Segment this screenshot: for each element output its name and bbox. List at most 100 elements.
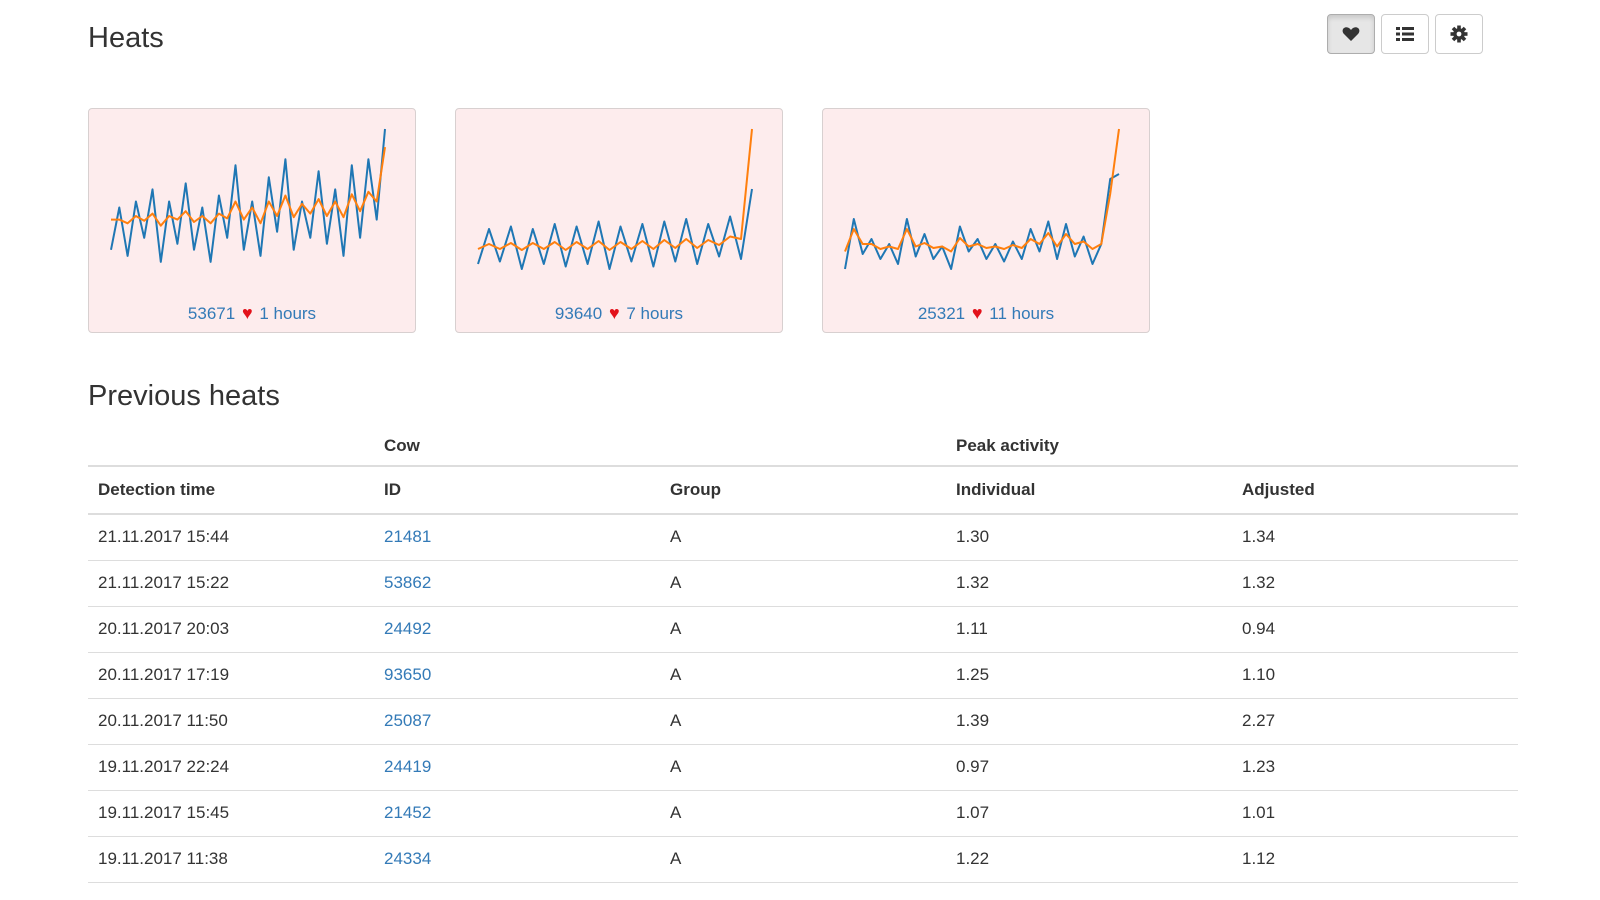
group-header-peak-activity: Peak activity: [946, 426, 1518, 467]
heat-card-caption: 93640 ♥ 7 hours: [456, 303, 782, 324]
group-cell: A: [660, 698, 946, 745]
cow-id-cell: 21481: [374, 514, 660, 561]
table-row: 20.11.2017 11:50 25087 A 1.39 2.27: [88, 698, 1518, 745]
group-cell: A: [660, 790, 946, 837]
adjusted-cell: 1.12: [1232, 836, 1518, 883]
elapsed-time: 11 hours: [989, 304, 1055, 323]
heart-icon: ♥: [608, 303, 620, 323]
table-row: 21.11.2017 15:22 53862 A 1.32 1.32: [88, 560, 1518, 607]
group-cell: A: [660, 836, 946, 883]
detection-time-cell: 20.11.2017 17:19: [88, 652, 374, 699]
cow-id: 25321: [917, 304, 966, 323]
adjusted-cell: 1.34: [1232, 514, 1518, 561]
page-title: Heats: [88, 22, 164, 54]
individual-cell: 1.39: [946, 698, 1232, 745]
group-cell: A: [660, 514, 946, 561]
group-cell: A: [660, 560, 946, 607]
cow-id-link[interactable]: 53862: [384, 573, 431, 592]
cow-id-cell: 24334: [374, 836, 660, 883]
detection-time-cell: 19.11.2017 11:38: [88, 836, 374, 883]
detection-time-cell: 20.11.2017 11:50: [88, 698, 374, 745]
cow-id: 93640: [554, 304, 603, 323]
activity-sparkline: [110, 128, 386, 263]
group-cell: A: [660, 744, 946, 791]
individual-cell: 1.07: [946, 790, 1232, 837]
heats-page: Heats 53671 ♥ 1 hours 93640 ♥ 7 hours 25…: [0, 0, 1600, 900]
table-row: 20.11.2017 17:19 93650 A 1.25 1.10: [88, 652, 1518, 699]
column-header-row: Detection time ID Group Individual Adjus…: [88, 466, 1518, 515]
detection-time-cell: 21.11.2017 15:22: [88, 560, 374, 607]
cow-id-cell: 25087: [374, 698, 660, 745]
cow-id-cell: 93650: [374, 652, 660, 699]
raw-activity-line: [844, 173, 1120, 270]
adjusted-cell: 0.94: [1232, 606, 1518, 653]
column-header-group[interactable]: Group: [660, 466, 946, 515]
list-button[interactable]: [1381, 14, 1429, 54]
raw-activity-line: [110, 128, 386, 263]
heart-icon: [1342, 27, 1360, 41]
individual-cell: 1.30: [946, 514, 1232, 561]
previous-heats-title: Previous heats: [88, 380, 280, 412]
adjusted-cell: 1.10: [1232, 652, 1518, 699]
cow-id-cell: 53862: [374, 560, 660, 607]
table-row: 19.11.2017 15:45 21452 A 1.07 1.01: [88, 790, 1518, 837]
heat-card[interactable]: 25321 ♥ 11 hours: [822, 108, 1150, 333]
settings-button[interactable]: [1435, 14, 1483, 54]
previous-heats-body: 21.11.2017 15:44 21481 A 1.30 1.34 21.11…: [88, 514, 1518, 883]
group-header-cow: Cow: [374, 426, 946, 467]
cow-id: 53671: [187, 304, 236, 323]
heat-card-caption: 53671 ♥ 1 hours: [89, 303, 415, 324]
individual-cell: 1.22: [946, 836, 1232, 883]
adjusted-cell: 1.23: [1232, 744, 1518, 791]
list-icon: [1396, 27, 1414, 41]
smoothed-activity-line: [844, 128, 1120, 253]
cow-id-link[interactable]: 24492: [384, 619, 431, 638]
heart-button[interactable]: [1327, 14, 1375, 54]
cow-id-link[interactable]: 24419: [384, 757, 431, 776]
cow-id-link[interactable]: 21481: [384, 527, 431, 546]
previous-heats-table: Cow Peak activity Detection time ID Grou…: [88, 426, 1518, 883]
individual-cell: 1.11: [946, 606, 1232, 653]
detection-time-cell: 19.11.2017 22:24: [88, 744, 374, 791]
column-header-id[interactable]: ID: [374, 466, 660, 515]
cow-id-link[interactable]: 21452: [384, 803, 431, 822]
detection-time-cell: 19.11.2017 15:45: [88, 790, 374, 837]
table-row: 19.11.2017 22:24 24419 A 0.97 1.23: [88, 744, 1518, 791]
activity-sparkline: [844, 128, 1120, 270]
heart-icon: ♥: [971, 303, 983, 323]
detection-time-cell: 21.11.2017 15:44: [88, 514, 374, 561]
activity-sparkline: [477, 128, 753, 270]
smoothed-activity-line: [111, 146, 386, 227]
gear-icon: [1450, 25, 1468, 43]
heat-card-caption: 25321 ♥ 11 hours: [823, 303, 1149, 324]
group-header-empty: [88, 426, 374, 467]
adjusted-cell: 1.32: [1232, 560, 1518, 607]
group-header-row: Cow Peak activity: [88, 426, 1518, 467]
table-row: 19.11.2017 11:38 24334 A 1.22 1.12: [88, 836, 1518, 883]
cow-id-link[interactable]: 24334: [384, 849, 431, 868]
column-header-adjusted[interactable]: Adjusted: [1232, 466, 1518, 515]
cow-id-cell: 24419: [374, 744, 660, 791]
heart-icon: ♥: [241, 303, 253, 323]
adjusted-cell: 1.01: [1232, 790, 1518, 837]
current-heats: 53671 ♥ 1 hours 93640 ♥ 7 hours 25321 ♥ …: [88, 108, 1189, 333]
group-cell: A: [660, 652, 946, 699]
raw-activity-line: [477, 188, 753, 270]
elapsed-time: 1 hours: [259, 304, 317, 323]
elapsed-time: 7 hours: [626, 304, 684, 323]
column-header-detection-time[interactable]: Detection time: [88, 466, 374, 515]
cow-id-link[interactable]: 93650: [384, 665, 431, 684]
individual-cell: 0.97: [946, 744, 1232, 791]
individual-cell: 1.25: [946, 652, 1232, 699]
view-toolbar: [1327, 14, 1483, 54]
cow-id-cell: 24492: [374, 606, 660, 653]
column-header-individual[interactable]: Individual: [946, 466, 1232, 515]
detection-time-cell: 20.11.2017 20:03: [88, 606, 374, 653]
heat-card[interactable]: 93640 ♥ 7 hours: [455, 108, 783, 333]
heat-card[interactable]: 53671 ♥ 1 hours: [88, 108, 416, 333]
table-row: 20.11.2017 20:03 24492 A 1.11 0.94: [88, 606, 1518, 653]
table-row: 21.11.2017 15:44 21481 A 1.30 1.34: [88, 514, 1518, 561]
adjusted-cell: 2.27: [1232, 698, 1518, 745]
cow-id-link[interactable]: 25087: [384, 711, 431, 730]
group-cell: A: [660, 606, 946, 653]
